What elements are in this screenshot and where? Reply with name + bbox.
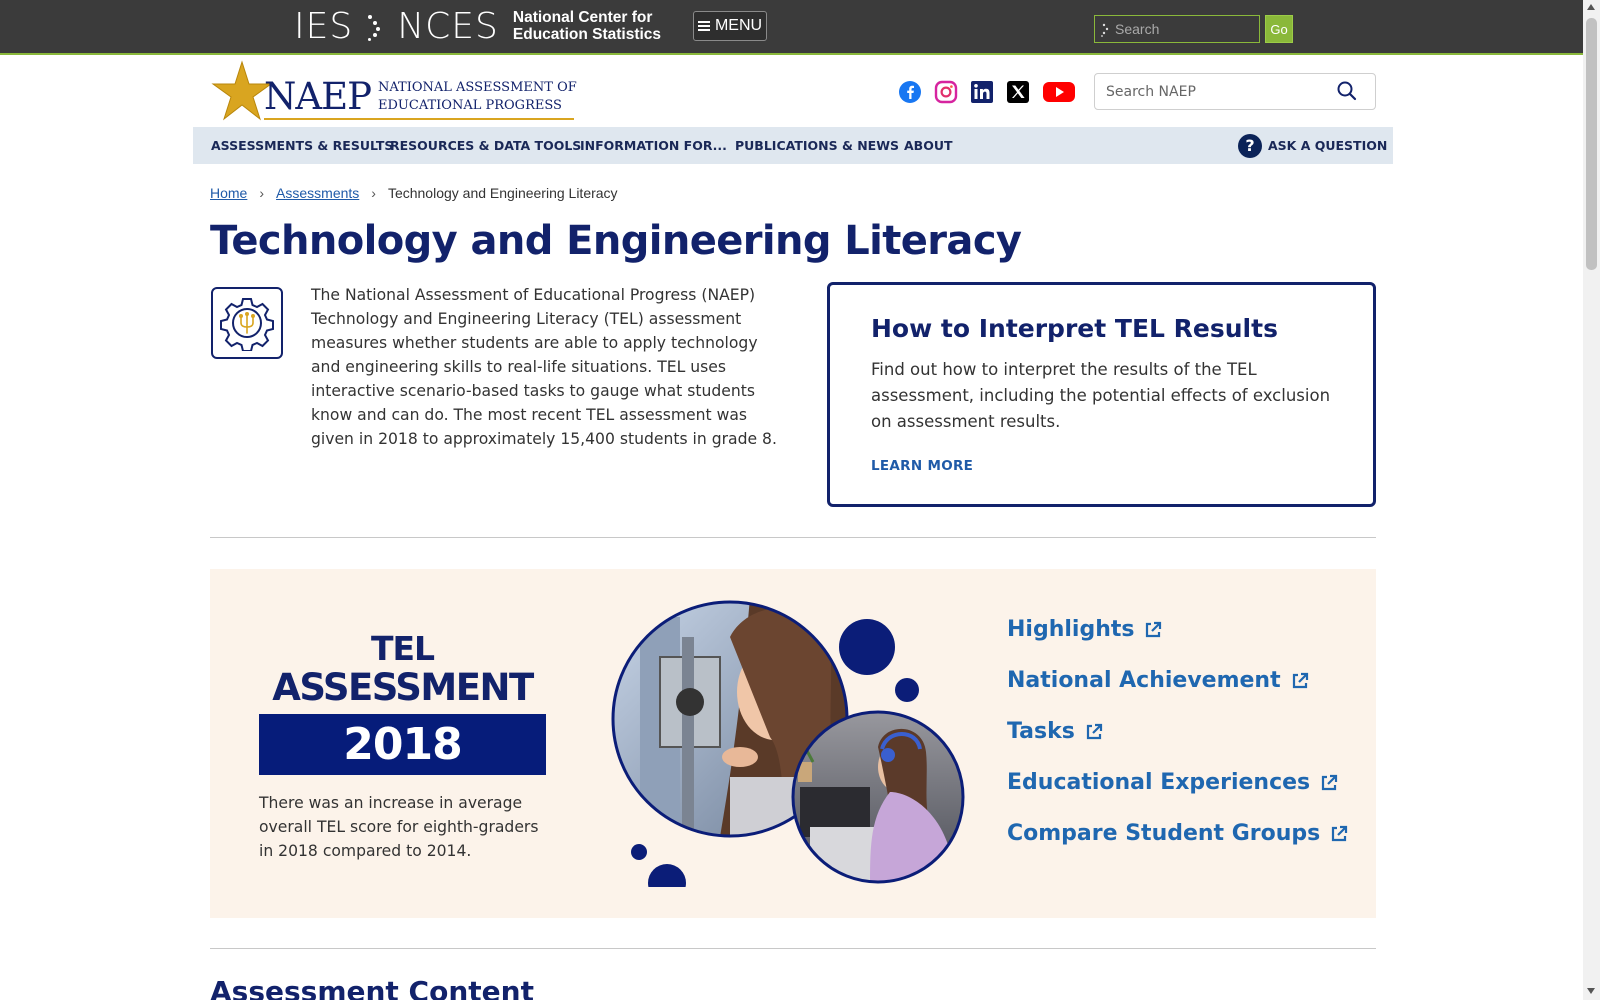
ies-search-input[interactable]: Search [1094,15,1260,43]
nces-name-line1: National Center for [512,9,653,26]
link-national-achievement-label: National Achievement [1007,668,1281,693]
link-national-achievement[interactable]: National Achievement [1007,668,1310,693]
naep-search-placeholder: Search NAEP [1106,83,1196,100]
ies-wordmark: IES [294,5,354,47]
scroll-thumb[interactable] [1586,18,1597,270]
nav-assessments-results[interactable]: ASSESSMENTS & RESULTS [211,127,393,164]
nav-about[interactable]: ABOUT [904,127,953,164]
breadcrumb-home[interactable]: Home [210,185,247,201]
menu-label: MENU [714,17,763,34]
external-link-icon [1292,672,1308,688]
sparkle-icon [1101,23,1109,37]
naep-logo[interactable]: NAEP NATIONAL ASSESSMENT OF EDUCATIONAL … [210,60,577,122]
link-highlights[interactable]: Highlights [1007,617,1163,642]
ask-a-question-label: ASK A QUESTION [1268,138,1388,153]
link-highlights-label: Highlights [1007,617,1135,642]
naep-wordmark: NAEP [264,75,372,118]
link-tasks[interactable]: Tasks [1007,719,1104,744]
decor-dot [631,844,647,860]
intro-paragraph: The National Assessment of Educational P… [311,286,777,448]
link-educational-experiences[interactable]: Educational Experiences [1007,770,1339,795]
feature-summary: There was an increase in average overall… [259,794,539,860]
ies-nces-logo[interactable]: IES NCES National Center for Education S… [294,5,661,47]
chevron-right-icon: › [371,185,376,201]
naep-logo-line2: EDUCATIONAL PROGRESS [378,98,562,113]
ies-dots-icon [365,11,385,41]
link-compare-student-groups-label: Compare Student Groups [1007,821,1321,846]
chevron-right-icon: › [259,185,265,201]
external-link-icon [1146,621,1162,637]
external-link-icon [1332,825,1348,841]
decor-dot [648,864,686,887]
search-icon[interactable] [1336,80,1358,102]
ies-menu-button[interactable]: MENU [693,11,767,41]
link-compare-student-groups[interactable]: Compare Student Groups [1007,821,1349,846]
breadcrumb-assessments[interactable]: Assessments [276,185,359,201]
naep-search-input[interactable]: Search NAEP [1094,73,1376,110]
linkedin-icon[interactable] [970,80,994,104]
breadcrumb: Home › Assessments › Technology and Engi… [210,185,618,201]
external-link-icon [1322,774,1338,790]
page-title: Technology and Engineering Literacy [210,218,1022,264]
facebook-icon[interactable] [898,80,922,104]
students-photo-collage [611,600,965,887]
tel-assessment-feature: TEL ASSESSMENT 2018 There was an increas… [210,569,1376,918]
instagram-icon[interactable] [934,80,958,104]
page-scrollbar[interactable] [1583,0,1600,1000]
nces-wordmark: NCES [397,5,499,47]
section-title-assessment-content: Assessment Content [210,975,534,1000]
tel-heading-line1: TEL [370,629,435,668]
link-educational-experiences-label: Educational Experiences [1007,770,1311,795]
ask-a-question-link[interactable]: ? ASK A QUESTION [1238,127,1387,164]
ies-search-placeholder: Search [1115,21,1160,37]
nav-publications-news[interactable]: PUBLICATIONS & NEWS [735,127,899,164]
x-icon[interactable] [1006,80,1030,104]
main-nav: ASSESSMENTS & RESULTS RESOURCES & DATA T… [193,127,1393,164]
decor-dot [839,619,895,675]
nav-information-for[interactable]: INFORMATION FOR... [580,127,727,164]
card-title: How to Interpret TEL Results [871,314,1278,343]
naep-logo-line1: NATIONAL ASSESSMENT OF [378,80,577,95]
naep-star-icon [211,60,272,121]
ies-go-button[interactable]: Go [1265,15,1293,43]
learn-more-link[interactable]: LEARN MORE [871,458,973,474]
external-link-icon [1086,723,1102,739]
hamburger-icon [697,21,710,31]
link-tasks-label: Tasks [1007,719,1075,744]
card-text: Find out how to interpret the results of… [871,360,1331,431]
tel-heading-line2: ASSESSMENT [272,666,534,709]
breadcrumb-current: Technology and Engineering Literacy [387,185,618,201]
tel-assessment-heading: TEL ASSESSMENT [259,631,546,709]
naep-logo-rule [264,118,574,120]
divider [210,948,1376,949]
ies-top-bar: IES NCES National Center for Education S… [0,0,1583,55]
decor-dot [895,678,919,702]
nces-name-line2: Education Statistics [512,26,662,43]
nav-resources-data-tools[interactable]: RESOURCES & DATA TOOLS [390,127,581,164]
assessment-year-badge: 2018 [259,714,546,775]
divider [210,537,1376,538]
scroll-down-arrow-icon[interactable] [1587,988,1595,994]
question-icon: ? [1238,133,1262,158]
nces-full-name: National Center for Education Statistics [513,9,661,43]
tel-gear-icon [211,287,283,359]
youtube-icon[interactable] [1042,80,1076,104]
scroll-up-arrow-icon[interactable] [1587,4,1595,10]
interpret-results-card: How to Interpret TEL Results Find out ho… [827,282,1376,507]
